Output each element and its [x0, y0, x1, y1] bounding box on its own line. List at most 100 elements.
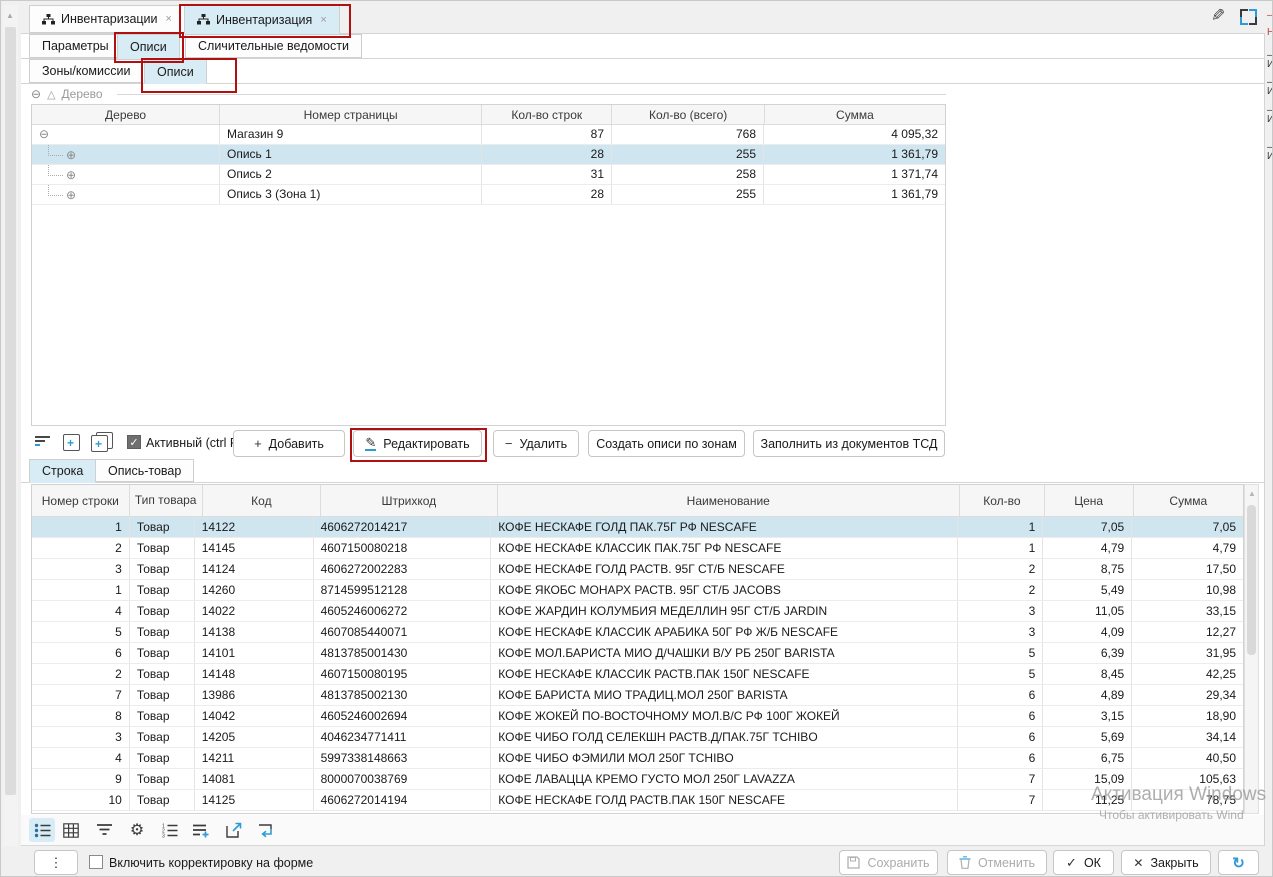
- tab-slich-vedomosti[interactable]: Сличительные ведомости: [185, 34, 362, 58]
- col-header[interactable]: Тип товара: [130, 485, 203, 517]
- col-header[interactable]: Штрихкод: [321, 485, 498, 517]
- hierarchy-icon: [42, 14, 55, 25]
- reload-return-icon[interactable]: [253, 818, 279, 842]
- tree-row[interactable]: ⊕ Опись 3 (Зона 1) 28 255 1 361,79: [32, 185, 945, 205]
- col-header[interactable]: Дерево: [32, 105, 220, 125]
- floppy-icon: [847, 856, 860, 869]
- table-row[interactable]: 7Товар 139864813785002130 КОФЕ БАРИСТА М…: [32, 685, 1243, 706]
- x-icon: ✕: [1133, 856, 1143, 870]
- tree-row[interactable]: ⊖ Магазин 9 87 768 4 095,32: [32, 125, 945, 145]
- tab-zones-commissions[interactable]: Зоны/комиссии: [29, 59, 143, 83]
- windows-activation-watermark: Активация Windows: [1091, 784, 1266, 806]
- collapse-all-icon[interactable]: ⊖: [31, 87, 41, 101]
- items-scrollbar[interactable]: ▲: [1244, 484, 1259, 814]
- table-row[interactable]: 6Товар 141014813785001430 КОФЕ МОЛ.БАРИС…: [32, 643, 1243, 664]
- col-header[interactable]: Кол-во (всего): [612, 105, 764, 125]
- col-header[interactable]: Цена: [1045, 485, 1134, 517]
- table-row[interactable]: 3Товар 142054046234771411 КОФЕ ЧИБО ГОЛД…: [32, 727, 1243, 748]
- more-options-button[interactable]: ⋮: [34, 850, 78, 875]
- col-header[interactable]: Код: [203, 485, 321, 517]
- tab-stroka[interactable]: Строка: [29, 459, 96, 483]
- cell-lines: 28: [482, 145, 612, 164]
- close-button[interactable]: ✕ Закрыть: [1121, 850, 1211, 875]
- trash-icon: [959, 856, 971, 869]
- filter-icon[interactable]: [91, 818, 117, 842]
- window-scrollbar-left[interactable]: ▲: [3, 5, 18, 855]
- cell-lines: 87: [482, 125, 612, 144]
- tab-opis-tovar[interactable]: Опись-товар: [95, 459, 194, 482]
- edit-pencil-icon[interactable]: ✎: [1211, 6, 1225, 26]
- table-row[interactable]: 8Товар 140424605246002694 КОФЕ ЖОКЕЙ ПО-…: [32, 706, 1243, 727]
- table-row-selected[interactable]: 1Товар 141224606272014217 КОФЕ НЕСКАФЕ Г…: [32, 517, 1243, 538]
- bell-icon[interactable]: △: [47, 88, 55, 101]
- settings-gear-icon[interactable]: ⚙: [124, 818, 150, 842]
- table-row[interactable]: 4Товар 142115997338148663 КОФЕ ЧИБО ФЭМИ…: [32, 748, 1243, 769]
- ellipsis-icon: ⋮: [50, 855, 63, 871]
- open-external-icon[interactable]: [221, 818, 247, 842]
- collapse-icon[interactable]: ⊖: [39, 127, 49, 141]
- table-row[interactable]: 3Товар 141244606272002283 КОФЕ НЕСКАФЕ Г…: [32, 559, 1243, 580]
- cell-lines: 28: [482, 185, 612, 204]
- table-row[interactable]: 2Товар 141454607150080218 КОФЕ НЕСКАФЕ К…: [32, 538, 1243, 559]
- create-by-zones-button[interactable]: Создать описи по зонам: [588, 430, 745, 457]
- active-checkbox[interactable]: ✓: [127, 435, 141, 449]
- close-tab-icon[interactable]: ×: [166, 13, 172, 25]
- expand-icon[interactable]: ⊕: [66, 148, 76, 162]
- button-label: ОК: [1084, 856, 1101, 870]
- windows-activation-watermark-sub: Чтобы активировать Wind: [1099, 808, 1244, 822]
- add-item-icon[interactable]: +: [63, 434, 80, 451]
- tab-parameters[interactable]: Параметры: [29, 34, 122, 58]
- tab-opisi-inner[interactable]: Описи: [144, 59, 207, 84]
- edit-button[interactable]: ✎ Редактировать: [353, 430, 482, 457]
- expand-icon[interactable]: ⊕: [66, 168, 76, 182]
- add-multiple-icon[interactable]: +: [91, 432, 111, 451]
- cell-lines: 31: [482, 165, 612, 184]
- col-header[interactable]: Сумма: [765, 105, 945, 125]
- tree-table-header: Дерево Номер страницы Кол-во строк Кол-в…: [32, 105, 945, 125]
- tree-row-selected[interactable]: ⊕ Опись 1 28 255 1 361,79: [32, 145, 945, 165]
- list-view-icon[interactable]: [29, 818, 55, 842]
- tab-label: Строка: [42, 464, 83, 478]
- tab-label: Описи: [157, 65, 194, 79]
- cancel-button[interactable]: Отменить: [947, 850, 1047, 875]
- refresh-button[interactable]: ↻: [1218, 850, 1259, 875]
- correction-checkbox[interactable]: [89, 855, 103, 869]
- table-row[interactable]: 9Товар 140818000070038769 КОФЕ ЛАВАЦЦА К…: [32, 769, 1243, 790]
- tab-opisi[interactable]: Описи: [117, 34, 180, 59]
- close-tab-icon[interactable]: ×: [320, 14, 326, 26]
- table-row[interactable]: 1Товар 142608714599512128 КОФЕ ЯКОБС МОН…: [32, 580, 1243, 601]
- expand-icon[interactable]: ⊕: [66, 188, 76, 202]
- hierarchy-icon: [197, 14, 210, 25]
- table-row[interactable]: 10Товар 141254606272014194 КОФЕ НЕСКАФЕ …: [32, 790, 1243, 811]
- bottom-icon-bar: ⚙ 123: [21, 815, 1264, 846]
- scrollbar-thumb[interactable]: [1247, 505, 1256, 655]
- col-header[interactable]: Кол-во строк: [482, 105, 612, 125]
- table-row[interactable]: 4Товар 140224605246006272 КОФЕ ЖАРДИН КО…: [32, 601, 1243, 622]
- save-button[interactable]: Сохранить: [839, 850, 938, 875]
- table-row[interactable]: 5Товар 141384607085440071 КОФЕ НЕСКАФЕ К…: [32, 622, 1243, 643]
- scrollbar-thumb[interactable]: [5, 27, 16, 795]
- add-lines-icon[interactable]: [188, 818, 214, 842]
- button-label: Отменить: [978, 856, 1035, 870]
- numbered-list-icon[interactable]: 123: [157, 818, 183, 842]
- filter-icon[interactable]: [35, 436, 50, 448]
- col-header[interactable]: Кол-во: [960, 485, 1045, 517]
- tree-row[interactable]: ⊕ Опись 2 31 258 1 371,74: [32, 165, 945, 185]
- doc-tab-inventories[interactable]: Инвентаризации ×: [29, 5, 185, 33]
- clipped-text: И: [1267, 114, 1273, 125]
- scroll-up-icon[interactable]: ▲: [1248, 489, 1256, 498]
- button-label: Добавить: [269, 437, 324, 451]
- grid-view-icon[interactable]: [58, 818, 84, 842]
- col-header[interactable]: Номер строки: [32, 485, 130, 517]
- ok-button[interactable]: ✓ ОК: [1053, 850, 1114, 875]
- add-button[interactable]: + Добавить: [233, 430, 345, 457]
- table-row[interactable]: 2Товар 141484607150080195 КОФЕ НЕСКАФЕ К…: [32, 664, 1243, 685]
- col-header[interactable]: Сумма: [1134, 485, 1243, 517]
- fullscreen-icon[interactable]: [1240, 9, 1257, 25]
- scroll-up-icon[interactable]: ▲: [6, 11, 14, 20]
- delete-button[interactable]: − Удалить: [493, 430, 579, 457]
- col-header[interactable]: Наименование: [498, 485, 960, 517]
- fill-from-tsd-button[interactable]: Заполнить из документов ТСД: [753, 430, 945, 457]
- doc-tab-inventory[interactable]: Инвентаризация ×: [184, 5, 340, 34]
- col-header[interactable]: Номер страницы: [220, 105, 482, 125]
